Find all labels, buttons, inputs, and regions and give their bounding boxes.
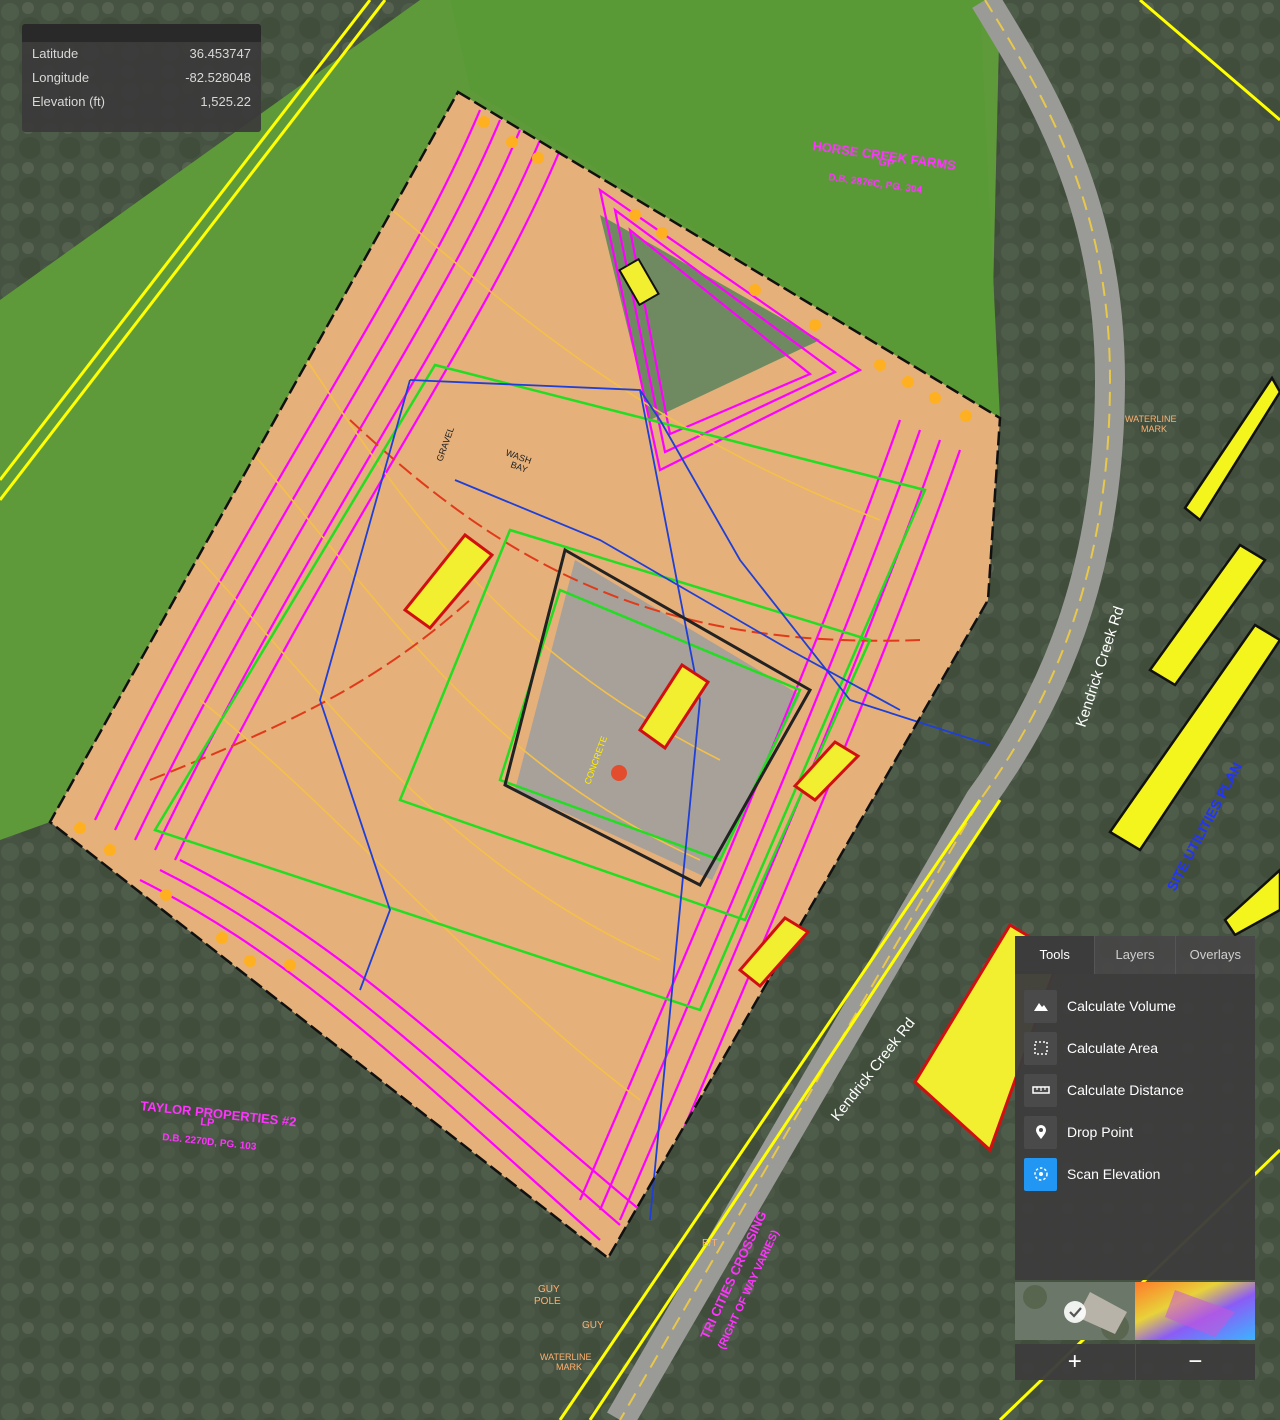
- drop-point-label: Drop Point: [1067, 1124, 1134, 1140]
- zoom-out-button[interactable]: −: [1134, 1344, 1256, 1380]
- tab-layers[interactable]: Layers: [1094, 936, 1174, 974]
- elevation-label: Elevation (ft): [32, 94, 105, 109]
- scan-elevation-icon: [1024, 1157, 1057, 1191]
- zoom-in-button[interactable]: +: [1015, 1344, 1135, 1380]
- waterline-mark-1b: MARK: [556, 1362, 582, 1372]
- drop-point-button[interactable]: Drop Point: [1015, 1114, 1255, 1150]
- tab-tools[interactable]: Tools: [1015, 936, 1095, 974]
- map-pin-icon: [1024, 1115, 1057, 1149]
- calculate-volume-button[interactable]: Calculate Volume: [1015, 988, 1255, 1024]
- scan-elevation-label: Scan Elevation: [1067, 1166, 1161, 1182]
- waterline-mark-2a: WATERLINE: [1125, 414, 1177, 424]
- calculate-area-label: Calculate Area: [1067, 1040, 1159, 1056]
- area-icon: [1024, 1031, 1057, 1065]
- calculate-distance-button[interactable]: Calculate Distance: [1015, 1072, 1255, 1108]
- tab-overlays[interactable]: Overlays: [1174, 936, 1255, 974]
- taylor-label-2: LP: [200, 1116, 215, 1129]
- longitude-value: -82.528048: [185, 70, 251, 85]
- latitude-row: Latitude 36.453747: [22, 42, 261, 66]
- et-label: E/T: [702, 1238, 718, 1249]
- tool-list: Calculate Volume Calculate Area Calculat…: [1015, 974, 1255, 1280]
- calculate-volume-label: Calculate Volume: [1067, 998, 1176, 1014]
- scan-elevation-button[interactable]: Scan Elevation: [1015, 1156, 1255, 1192]
- tools-panel: Tools Layers Overlays Calculate Volume C…: [1015, 936, 1255, 1394]
- ruler-icon: [1024, 1073, 1057, 1107]
- longitude-label: Longitude: [32, 70, 90, 85]
- calculate-area-button[interactable]: Calculate Area: [1015, 1030, 1255, 1066]
- horse-creek-label-2: GP: [878, 156, 895, 170]
- guy-pole-label-1: GUY: [538, 1284, 560, 1295]
- calculate-distance-label: Calculate Distance: [1067, 1082, 1184, 1098]
- waterline-mark-1a: WATERLINE: [540, 1352, 592, 1362]
- panel-tabs: Tools Layers Overlays: [1015, 936, 1255, 974]
- waterline-mark-2b: MARK: [1141, 424, 1167, 434]
- coordinates-panel: Latitude 36.453747 Longitude -82.528048 …: [22, 24, 261, 132]
- longitude-row: Longitude -82.528048: [22, 66, 261, 90]
- basemap-thumbnails: [1015, 1282, 1255, 1340]
- guy-label: GUY: [582, 1320, 604, 1331]
- mountain-icon: [1024, 989, 1057, 1023]
- zoom-controls: + −: [1015, 1344, 1255, 1380]
- satellite-basemap-thumbnail[interactable]: [1015, 1282, 1135, 1340]
- guy-pole-label-2: POLE: [534, 1296, 561, 1307]
- coordinates-panel-header: [22, 24, 261, 42]
- latitude-value: 36.453747: [189, 46, 251, 61]
- elevation-value: 1,525.22: [200, 94, 251, 109]
- elevation-basemap-thumbnail[interactable]: [1135, 1282, 1255, 1340]
- latitude-label: Latitude: [32, 46, 79, 61]
- elevation-row: Elevation (ft) 1,525.22: [22, 90, 261, 114]
